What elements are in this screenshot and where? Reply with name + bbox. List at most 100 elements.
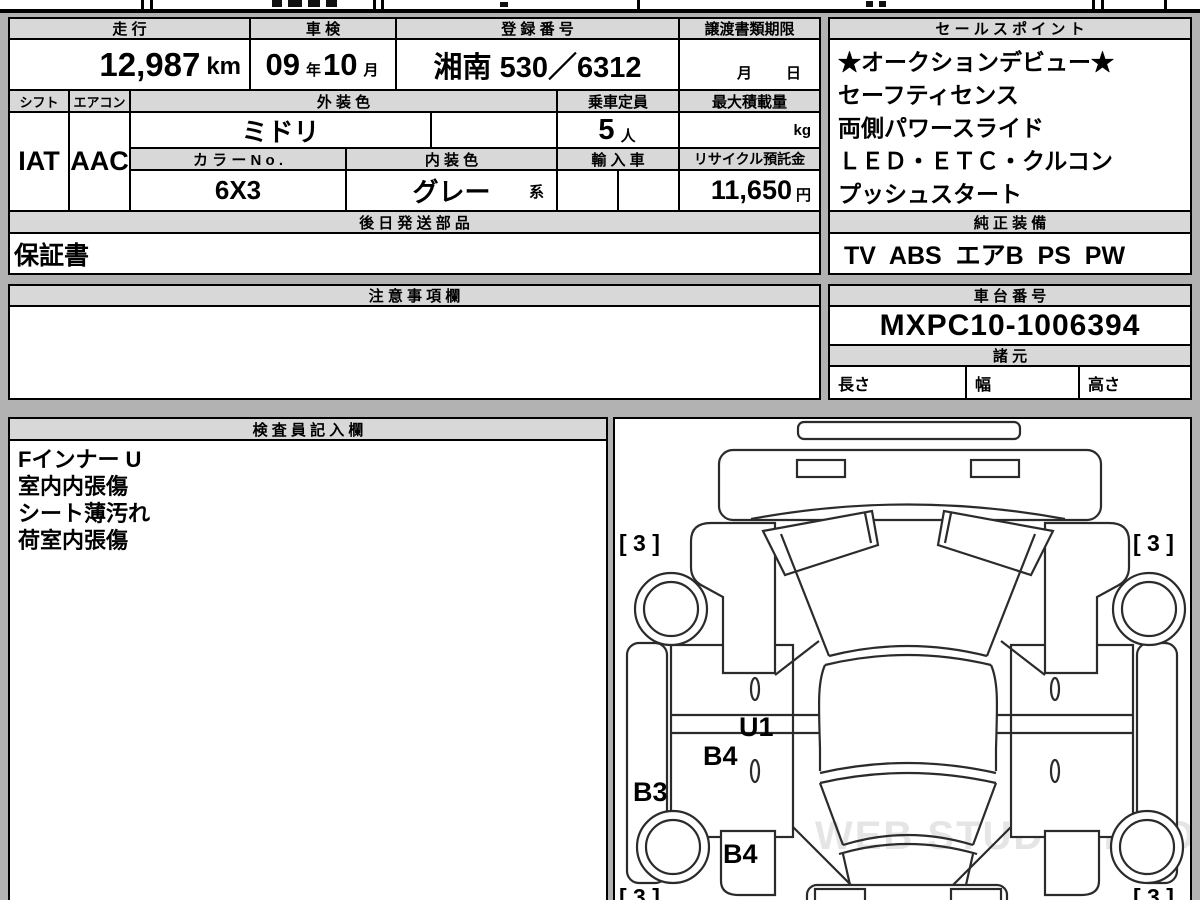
transfer-month-unit: 月 bbox=[736, 65, 752, 82]
sales-point-item: プッシュスタート bbox=[838, 181, 1022, 207]
door-handle bbox=[1049, 758, 1061, 784]
top-strip-divider bbox=[381, 0, 384, 10]
chassis-value: MXPC10-1006394 bbox=[828, 305, 1192, 346]
inspection-month-unit: 月 bbox=[363, 62, 379, 79]
inspection-value: 09 年 10 月 bbox=[249, 38, 397, 91]
inspector-line: シート薄汚れ bbox=[18, 501, 151, 526]
cutoff-text-fragment bbox=[272, 0, 282, 7]
max-load-value: kg bbox=[678, 111, 821, 149]
mileage-number: 12,987 bbox=[99, 45, 201, 83]
door-handle bbox=[749, 676, 761, 702]
inspector-header: 検 査 員 記 入 欄 bbox=[8, 417, 608, 441]
cutoff-text-fragment bbox=[326, 0, 337, 7]
door-handle bbox=[749, 758, 761, 784]
top-strip-divider bbox=[1101, 0, 1104, 10]
inspector-line: Fインナー U bbox=[18, 447, 142, 472]
recycle-deposit-number: 11,650 bbox=[710, 175, 792, 205]
exterior-color-extra-cell bbox=[430, 111, 558, 149]
tyre-mark-top-right: [ 3 ] bbox=[1133, 530, 1174, 556]
aircon-header: エアコン bbox=[68, 89, 131, 113]
inspector-line: 荷室内張傷 bbox=[18, 528, 129, 553]
damage-code-b3: B3 bbox=[633, 777, 668, 807]
damage-code-u1: U1 bbox=[739, 712, 774, 742]
sales-point-item: ★オークションデビュー★ bbox=[838, 49, 1114, 75]
genuine-equipment-value: TV ABS エアB PS PW bbox=[828, 232, 1192, 275]
top-strip-divider bbox=[637, 0, 640, 10]
top-strip-divider bbox=[1164, 0, 1167, 10]
max-load-unit: kg bbox=[793, 121, 811, 139]
aircon-value: AAC bbox=[68, 111, 131, 212]
specs-width-label: 幅 bbox=[975, 376, 992, 394]
specs-height-cell: 高さ bbox=[1078, 365, 1192, 400]
auction-sheet: 走 行 車 検 登 録 番 号 譲渡書類期限 12,987 km 09 年 10… bbox=[0, 0, 1200, 900]
top-strip-divider bbox=[141, 0, 144, 10]
registration-header: 登 録 番 号 bbox=[395, 17, 680, 40]
top-strip-divider bbox=[1092, 0, 1095, 10]
specs-header: 諸 元 bbox=[828, 344, 1192, 367]
specs-length-label: 長さ bbox=[838, 376, 871, 394]
import-car-header: 輸 入 車 bbox=[556, 147, 680, 171]
exterior-color-header: 外 装 色 bbox=[129, 89, 558, 113]
cutoff-text-fragment bbox=[288, 0, 302, 7]
later-parts-header: 後 日 発 送 部 品 bbox=[8, 210, 821, 234]
inspection-month: 10 bbox=[323, 46, 358, 82]
tyre-mark-top-left: [ 3 ] bbox=[619, 530, 660, 556]
capacity-unit: 人 bbox=[620, 127, 636, 145]
sales-point-item: 両側パワースライド bbox=[838, 115, 1044, 141]
later-parts-value: 保証書 bbox=[8, 232, 821, 275]
inspection-year-unit: 年 bbox=[305, 62, 321, 79]
transfer-docs-value: 月 日 bbox=[678, 38, 821, 91]
inspector-line: 室内内張傷 bbox=[18, 474, 129, 499]
notes-header: 注 意 事 項 欄 bbox=[8, 284, 821, 307]
genuine-equipment-header: 純 正 装 備 bbox=[828, 210, 1192, 234]
recycle-deposit-value: 11,650 円 bbox=[678, 169, 821, 212]
mileage-unit: km bbox=[206, 52, 241, 80]
rear-right-fender bbox=[1043, 829, 1101, 897]
capacity-value: 5 人 bbox=[556, 111, 680, 149]
interior-color-value: グレー 系 bbox=[345, 169, 558, 212]
specs-height-label: 高さ bbox=[1088, 376, 1121, 394]
transfer-day-unit: 日 bbox=[785, 65, 801, 82]
interior-color-name: グレー bbox=[412, 177, 491, 207]
registration-value: 湘南 530／6312 bbox=[395, 38, 680, 91]
color-no-value: 6X3 bbox=[129, 169, 347, 212]
shift-header: シフト bbox=[8, 89, 70, 113]
specs-length-cell: 長さ bbox=[828, 365, 967, 400]
exterior-color-value: ミドリ bbox=[129, 111, 432, 149]
color-no-header: カ ラ ー N o . bbox=[129, 147, 347, 171]
top-strip-divider bbox=[150, 0, 153, 10]
roof-strip bbox=[796, 420, 1022, 441]
inspector-body: Fインナー U 室内内張傷 シート薄汚れ 荷室内張傷 bbox=[8, 439, 608, 900]
sales-point-item: セーフティセンス bbox=[838, 82, 1019, 108]
cutoff-text-fragment bbox=[866, 1, 873, 7]
specs-width-cell: 幅 bbox=[965, 365, 1080, 400]
capacity-header: 乗車定員 bbox=[556, 89, 680, 113]
recycle-deposit-unit: 円 bbox=[795, 187, 811, 204]
sales-points-header: セ ー ル ス ポ イ ン ト bbox=[828, 17, 1192, 40]
damage-code-b4-upper: B4 bbox=[703, 741, 738, 771]
mileage-value: 12,987 km bbox=[8, 38, 251, 91]
cutoff-text-fragment bbox=[308, 0, 320, 7]
import-car-cell-left bbox=[556, 169, 619, 212]
chassis-header: 車 台 番 号 bbox=[828, 284, 1192, 307]
cutoff-text-fragment bbox=[500, 2, 508, 7]
tyre-mark-bottom-left: [ 3 ] bbox=[619, 884, 660, 900]
capacity-number: 5 bbox=[598, 113, 615, 146]
mileage-header: 走 行 bbox=[8, 17, 251, 40]
cutoff-text-fragment bbox=[879, 1, 886, 7]
max-load-header: 最大積載量 bbox=[678, 89, 821, 113]
car-top-view-diagram: WEB STUDIO.PRO [3] [3] [3] [3] U… bbox=[619, 420, 1190, 900]
transfer-docs-header: 譲渡書類期限 bbox=[678, 17, 821, 40]
import-car-cell-right bbox=[617, 169, 680, 212]
sales-point-item: ＬＥＤ・ＥＴＣ・クルコン bbox=[838, 148, 1113, 174]
inspection-header: 車 検 bbox=[249, 17, 397, 40]
door-handle bbox=[1049, 676, 1061, 702]
interior-color-header: 内 装 色 bbox=[345, 147, 558, 171]
shift-value: IAT bbox=[8, 111, 70, 212]
interior-color-suffix: 系 bbox=[528, 184, 544, 201]
car-diagram-box: WEB STUDIO.PRO [3] [3] [3] [3] U… bbox=[613, 417, 1192, 900]
sales-points-body: ★オークションデビュー★ セーフティセンス 両側パワースライド ＬＥＤ・ＥＴＣ・… bbox=[828, 38, 1192, 212]
inspection-year: 09 bbox=[265, 46, 300, 82]
top-strip-bottom-border bbox=[0, 9, 1200, 13]
damage-code-b4-lower: B4 bbox=[723, 839, 758, 869]
